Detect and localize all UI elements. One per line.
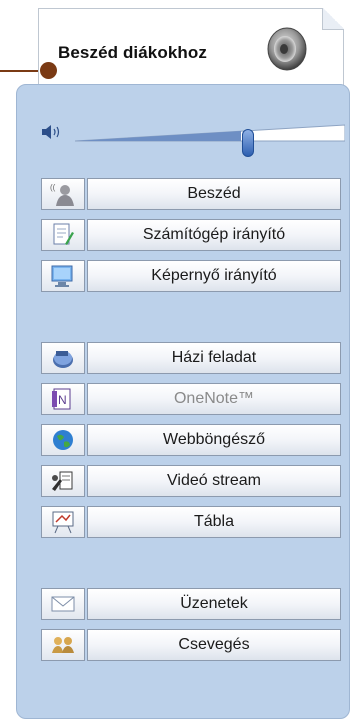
video-stream-icon[interactable] xyxy=(41,465,85,497)
button-video-stream[interactable]: Videó stream xyxy=(87,465,341,497)
header-tab: Beszéd diákokhoz xyxy=(38,8,344,88)
whiteboard-icon[interactable] xyxy=(41,506,85,538)
volume-slider-track xyxy=(74,124,346,142)
connector-dot xyxy=(40,62,57,79)
button-row: Csevegés xyxy=(41,629,341,663)
svg-text:((: (( xyxy=(50,183,56,192)
button-row: Webböngésző xyxy=(41,424,341,458)
volume-icon[interactable] xyxy=(41,125,63,139)
chat-people-icon[interactable] xyxy=(41,629,85,661)
button-row: Számítógép irányító xyxy=(41,219,341,253)
speech-person-icon[interactable]: (( xyxy=(41,178,85,210)
button-row: Tábla xyxy=(41,506,341,540)
panel-title: Beszéd diákokhoz xyxy=(58,43,207,62)
onenote-icon[interactable]: N xyxy=(41,383,85,415)
volume-slider-thumb[interactable] xyxy=(242,129,254,157)
document-pen-icon[interactable] xyxy=(41,219,85,251)
button-speech-person[interactable]: Beszéd xyxy=(87,178,341,210)
button-document-pen[interactable]: Számítógép irányító xyxy=(87,219,341,251)
button-row: (( Beszéd xyxy=(41,178,341,212)
button-row: Házi feladat xyxy=(41,342,341,376)
monitor-icon[interactable] xyxy=(41,260,85,292)
page-fold-corner xyxy=(322,8,344,30)
button-onenote[interactable]: OneNote™ xyxy=(87,383,341,415)
button-row: N OneNote™ xyxy=(41,383,341,417)
button-row: Képernyő irányító xyxy=(41,260,341,294)
button-monitor[interactable]: Képernyő irányító xyxy=(87,260,341,292)
button-chat-people[interactable]: Csevegés xyxy=(87,629,341,661)
button-whiteboard[interactable]: Tábla xyxy=(87,506,341,538)
svg-text:N: N xyxy=(58,393,67,407)
button-homework[interactable]: Házi feladat xyxy=(87,342,341,374)
volume-slider[interactable] xyxy=(74,119,346,157)
globe-icon[interactable] xyxy=(41,424,85,456)
speaker-icon xyxy=(267,27,307,71)
button-row: Üzenetek xyxy=(41,588,341,622)
envelope-icon[interactable] xyxy=(41,588,85,620)
button-row: Videó stream xyxy=(41,465,341,499)
button-globe[interactable]: Webböngésző xyxy=(87,424,341,456)
button-envelope[interactable]: Üzenetek xyxy=(87,588,341,620)
homework-icon[interactable] xyxy=(41,342,85,374)
speech-panel: (( Beszéd Számítógép irányító Képernyő irán… xyxy=(16,84,350,719)
